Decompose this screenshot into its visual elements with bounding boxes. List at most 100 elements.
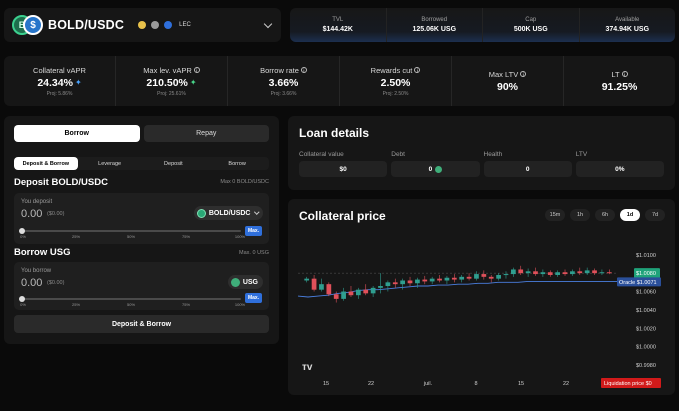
borrow-label: You borrow	[21, 268, 52, 274]
price-chart[interactable]: $1.0100 $1.0080 $1.0060 $1.0040 $1.0020 $1.00…	[288, 233, 675, 395]
timeframe-15m[interactable]: 15m	[545, 209, 565, 221]
timeframe-selector: 15m 1h 6h 1d 7d	[545, 209, 665, 221]
market-stat-label: Available	[615, 17, 640, 23]
candle-body	[370, 287, 376, 294]
candle-body	[400, 280, 406, 285]
borrow-title: Borrow USG	[14, 247, 71, 258]
tick-label: 25%	[71, 302, 81, 307]
timeframe-1d[interactable]: 1d	[620, 209, 640, 221]
candle-body	[444, 277, 450, 281]
stat-projection: Proj: 25.61%	[157, 90, 186, 97]
stat-value: 2.50%	[380, 76, 411, 89]
info-icon[interactable]: i	[621, 71, 628, 77]
deposit-usd-value: ($0.00)	[47, 211, 65, 217]
subtab-leverage[interactable]: Leverage	[78, 157, 142, 170]
candle-body	[422, 279, 428, 282]
usg-token-icon	[230, 277, 240, 287]
loan-details-panel: Loan details Collateral value $0 Debt 0 Heal…	[288, 116, 675, 190]
borrow-amount-input[interactable]: 0.00	[21, 277, 42, 289]
sparkle-icon: ✦	[74, 78, 82, 87]
loan-label: Health	[483, 151, 503, 158]
market-selector[interactable]: B $ BOLD/USDC LEC	[4, 8, 281, 42]
loan-label: Collateral value	[299, 151, 344, 158]
deposit-input-box: You deposit 0.00 ($0.00) BOLD/USDC 0% 25…	[14, 193, 269, 244]
loan-value: $0	[299, 161, 388, 177]
sparkle-icon: ✦	[189, 78, 197, 87]
deposit-label: You deposit	[21, 199, 53, 205]
stat-value: 210.50% ✦	[146, 76, 197, 89]
candle-body	[474, 274, 479, 279]
candle-body	[415, 279, 420, 284]
market-stat-available: Available 374.94K USG	[580, 8, 676, 42]
timeframe-1h[interactable]: 1h	[570, 209, 590, 221]
candle-body	[459, 276, 465, 280]
market-stat-label: Borrowed	[421, 17, 448, 23]
borrow-slider[interactable]	[19, 296, 241, 302]
collateral-price-title: Collateral price	[299, 209, 386, 223]
usg-token-icon	[435, 165, 443, 173]
liquidation-price-label: Liquidation price $0	[604, 381, 652, 387]
stat-label: Max LTV i	[489, 70, 527, 79]
deposit-slider[interactable]	[19, 228, 241, 234]
stat-label: Rewards cut i	[371, 66, 421, 75]
info-icon[interactable]: i	[520, 71, 527, 77]
info-icon[interactable]: i	[414, 67, 421, 73]
market-stat-cap: Cap 500K USG	[483, 8, 580, 42]
y-tick-label: $1.0060	[636, 290, 656, 296]
tab-repay[interactable]: Repay	[143, 125, 269, 142]
candle-body	[496, 274, 501, 279]
tick-label: 100%	[234, 234, 246, 239]
deposit-max-button[interactable]: Max.	[245, 226, 262, 236]
deposit-token-select[interactable]: BOLD/USDC	[193, 206, 263, 220]
stat-label: LT i	[611, 70, 628, 79]
candle-body	[378, 286, 383, 288]
y-tick-label: $1.0000	[636, 345, 656, 351]
deposit-amount-input[interactable]: 0.00	[21, 208, 42, 220]
market-stat-label: Cap	[525, 17, 537, 23]
stat-value: 91.25%	[601, 80, 638, 93]
subtab-deposit-borrow[interactable]: Deposit & Borrow	[14, 157, 78, 170]
timeframe-7d[interactable]: 7d	[645, 209, 665, 221]
info-icon[interactable]: i	[193, 67, 200, 73]
stat-label: Collateral vAPR	[33, 65, 86, 75]
market-stat-value: $144.42K	[322, 26, 353, 33]
subtab-borrow[interactable]: Borrow	[205, 157, 269, 170]
candle-body	[341, 291, 346, 299]
subtab-deposit[interactable]: Deposit	[142, 157, 206, 170]
candle-body	[451, 277, 457, 280]
borrow-token-label: USG	[242, 278, 258, 286]
stat-rewards-cut: Rewards cut i 2.50% Proj: 2.50%	[340, 56, 452, 106]
candle-body	[518, 269, 524, 274]
borrow-repay-tabs: Borrow Repay	[14, 125, 269, 142]
tab-borrow[interactable]: Borrow	[14, 125, 140, 142]
stat-value: 3.66%	[268, 76, 299, 89]
chevron-down-icon[interactable]	[263, 19, 273, 28]
candle-body	[466, 276, 472, 279]
loan-value: 0	[391, 161, 480, 177]
market-stat-tvl: TVL $144.42K	[290, 8, 387, 42]
bold-usdc-token-icon	[196, 208, 206, 218]
deposit-borrow-button[interactable]: Deposit & Borrow	[14, 315, 269, 333]
timeframe-6h[interactable]: 6h	[595, 209, 615, 221]
x-tick-label: 22	[368, 381, 374, 387]
candle-body	[363, 289, 369, 294]
borrow-max-button[interactable]: Max.	[245, 293, 262, 303]
stat-value: 90%	[496, 80, 518, 93]
x-tick-label: 15	[323, 381, 329, 387]
rates-stats-row: Collateral vAPR 24.34% ✦ Proj: 5.86% Max lev…	[4, 56, 675, 106]
deposit-title: Deposit BOLD/USDC	[14, 177, 108, 188]
candle-body	[333, 294, 339, 299]
info-icon[interactable]: i	[300, 67, 307, 73]
loan-ltv: LTV 0%	[575, 151, 664, 177]
pair-name: BOLD/USDC	[48, 18, 125, 32]
borrow-token-badge: USG	[227, 275, 263, 289]
x-tick-label: 22	[563, 381, 569, 387]
collateral-price-panel: Collateral price 15m 1h 6h 1d 7d $1.0100 $1.0…	[288, 199, 675, 395]
tick-label: 0%	[20, 234, 26, 239]
stat-projection: Proj: 3.66%	[270, 90, 297, 97]
tick-label: 100%	[234, 302, 246, 307]
candle-body	[555, 272, 561, 275]
stat-label: Borrow rate i	[260, 66, 307, 75]
candle-body	[311, 278, 317, 290]
loan-collateral-value: Collateral value $0	[299, 151, 388, 177]
